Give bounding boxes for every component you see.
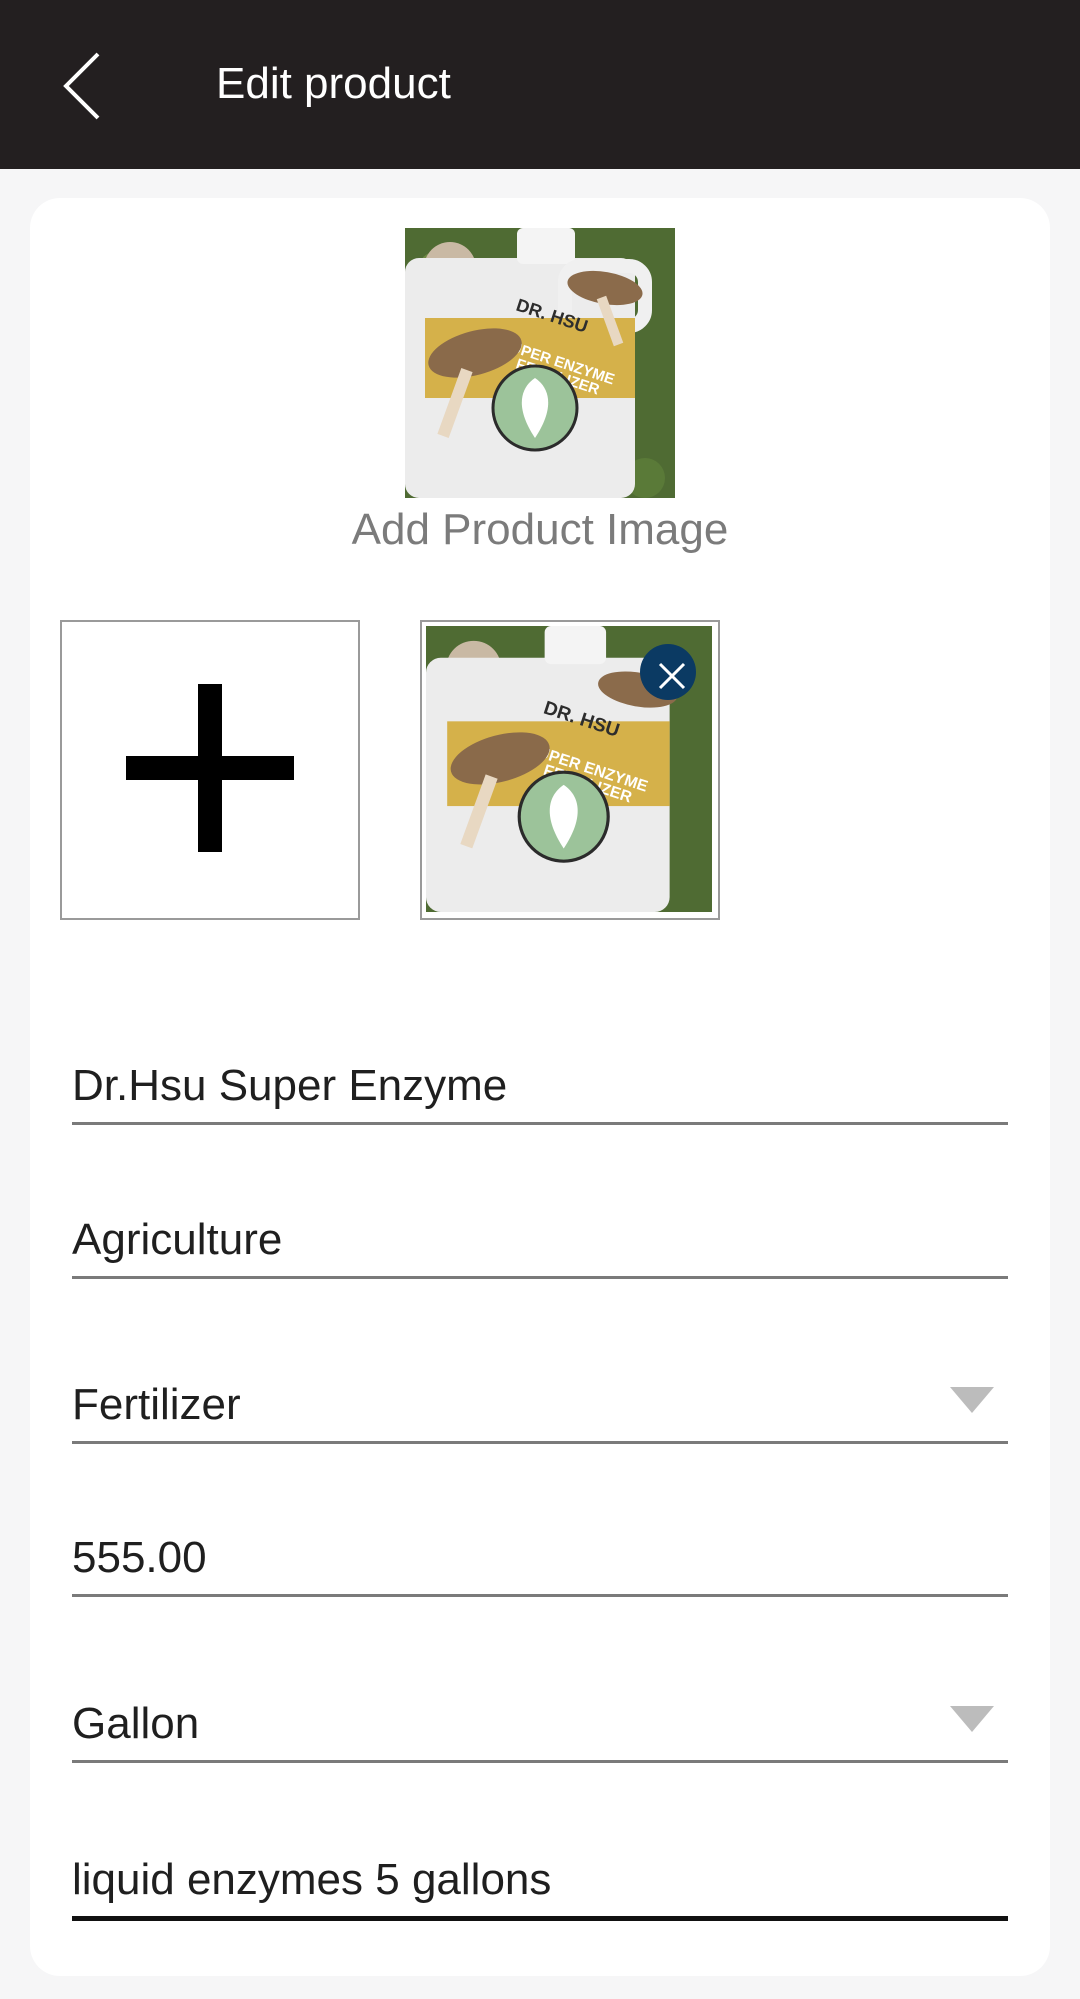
add-product-image-label: Add Product Image bbox=[351, 505, 729, 554]
product-photo: DR. HSU SUPER ENZYME FERTILIZER bbox=[405, 228, 675, 498]
page-title: Edit product bbox=[216, 59, 451, 108]
product-image-thumbnail[interactable]: DR. HSU SUPER ENZYME FERTILIZER bbox=[420, 620, 720, 920]
subcategory-value: Fertilizer bbox=[72, 1380, 241, 1429]
product-name-field[interactable]: Dr.Hsu Super Enzyme bbox=[72, 1056, 1008, 1125]
close-icon bbox=[658, 662, 686, 690]
price-field[interactable]: 555.00 bbox=[72, 1530, 1008, 1597]
unit-dropdown[interactable]: Gallon bbox=[72, 1683, 1008, 1763]
unit-value: Gallon bbox=[72, 1699, 200, 1748]
plus-icon bbox=[126, 684, 294, 852]
subcategory-dropdown[interactable]: Fertilizer bbox=[72, 1364, 1008, 1444]
category-value: Agriculture bbox=[72, 1215, 283, 1264]
dropdown-arrow-icon bbox=[950, 1706, 994, 1732]
dropdown-arrow-icon bbox=[950, 1387, 994, 1413]
category-field[interactable]: Agriculture bbox=[72, 1210, 1008, 1279]
product-image-preview[interactable]: DR. HSU SUPER ENZYME FERTILIZER bbox=[405, 228, 675, 498]
description-value: liquid enzymes 5 gallons bbox=[72, 1855, 552, 1904]
add-image-button[interactable] bbox=[60, 620, 360, 920]
product-name-value: Dr.Hsu Super Enzyme bbox=[72, 1061, 508, 1110]
top-app-bar: Edit product bbox=[0, 0, 1080, 169]
remove-image-button[interactable] bbox=[640, 644, 696, 700]
price-value: 555.00 bbox=[72, 1533, 207, 1582]
chevron-left-icon bbox=[63, 52, 100, 120]
back-button[interactable] bbox=[54, 48, 114, 124]
description-field[interactable]: liquid enzymes 5 gallons bbox=[72, 1846, 1008, 1921]
